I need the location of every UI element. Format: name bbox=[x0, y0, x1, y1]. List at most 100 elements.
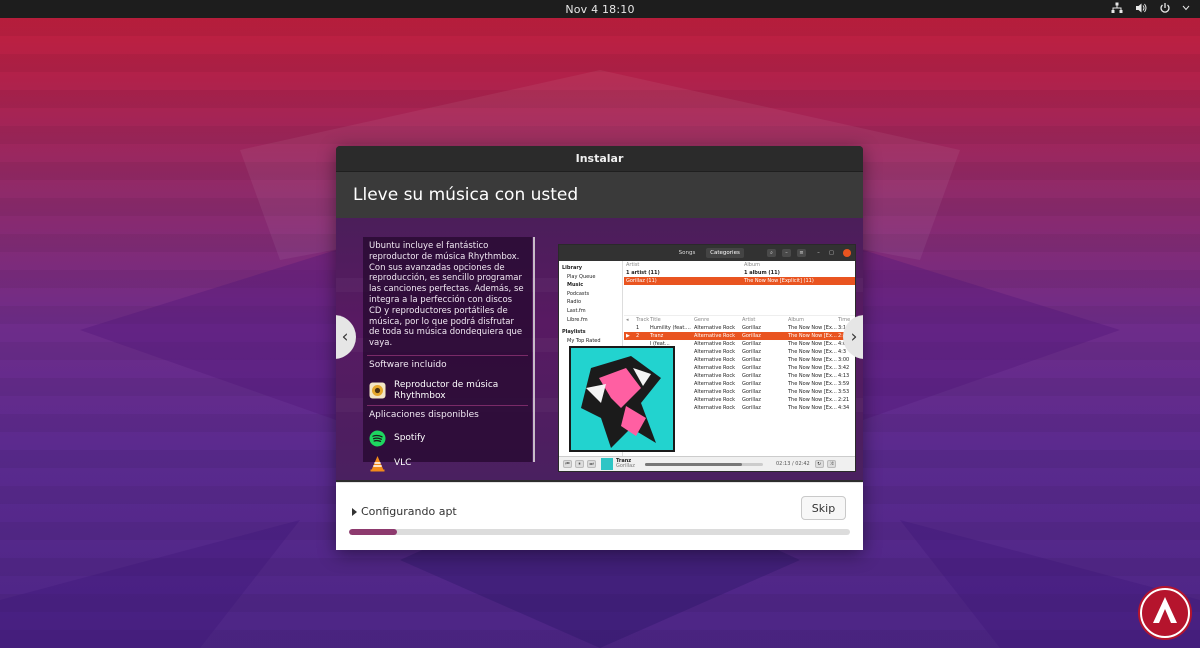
rb-track-cell: The Now Now [Ex… bbox=[788, 381, 837, 387]
chevron-right-icon: › bbox=[850, 327, 858, 347]
pause-icon: ⏸ bbox=[575, 460, 584, 468]
included-app-item: Reproductor de música Rhythmbox bbox=[363, 376, 532, 406]
minimize-icon: – bbox=[817, 250, 820, 256]
available-app-item: VLC bbox=[363, 451, 532, 476]
rb-player-bar: ⏮ ⏸ ⏭ Tranz Gorillaz 02:13 / 02:42 ↻ ⤨ bbox=[559, 456, 855, 471]
rb-track-cell: Alternative Rock bbox=[694, 389, 735, 395]
rb-track-cell: Alternative Rock bbox=[694, 381, 735, 387]
available-app-name: Spotify bbox=[394, 433, 426, 444]
minus-icon: – bbox=[782, 249, 791, 257]
rb-track-cell: Gorillaz bbox=[742, 325, 761, 331]
search-icon: ⌕ bbox=[767, 249, 776, 257]
rb-track-cell: Gorillaz bbox=[742, 365, 761, 371]
rb-sidebar-item: Libre.fm bbox=[567, 316, 588, 323]
now-playing: Tranz Gorillaz bbox=[616, 457, 635, 469]
rb-track-row: 1 Humility (feat.… Alternative Rock Gorilla… bbox=[624, 324, 855, 332]
rb-browser-row: 1 artist (11) 1 album (11) bbox=[626, 270, 780, 276]
rb-track-cell: Alternative Rock bbox=[694, 373, 735, 379]
rb-track-cell: Gorillaz bbox=[742, 405, 761, 411]
rb-track-cell: 3:42 bbox=[838, 365, 850, 371]
available-apps-title: Aplicaciones disponibles bbox=[369, 410, 479, 421]
power-icon[interactable] bbox=[1158, 1, 1172, 15]
available-app-name: VLC bbox=[394, 458, 412, 469]
install-status-text: Configurando apt bbox=[361, 505, 457, 518]
top-bar: Nov 4 18:10 bbox=[0, 0, 1200, 18]
slide-text-panel: Ubuntu incluye el fantástico reproductor… bbox=[363, 237, 535, 472]
slide-headline: Lleve su música con usted bbox=[353, 185, 579, 205]
rhythmbox-screenshot: Songs Categories ⌕ – ≡ – □ Library Play … bbox=[558, 244, 856, 472]
window-title: Instalar bbox=[336, 146, 863, 172]
rb-track-cell: 4:34 bbox=[838, 405, 850, 411]
playback-time: 02:13 / 02:42 bbox=[776, 461, 810, 467]
next-icon: ⏭ bbox=[587, 460, 596, 468]
install-progress-fill bbox=[349, 529, 397, 535]
rb-playlists-title: Playlists bbox=[562, 329, 586, 336]
install-progress-bar bbox=[349, 529, 850, 535]
vlc-icon bbox=[369, 455, 386, 472]
rb-track-cell: The Now Now [Ex… bbox=[788, 405, 837, 411]
clock[interactable]: Nov 4 18:10 bbox=[565, 3, 634, 16]
rb-track-cell: Gorillaz bbox=[742, 341, 761, 347]
rb-track-cell: The Now Now [Ex… bbox=[788, 325, 837, 331]
rb-track-cell: 4:13 bbox=[838, 373, 850, 379]
cover-thumb bbox=[601, 458, 613, 470]
rb-headerbar: Songs Categories ⌕ – ≡ – □ bbox=[559, 245, 855, 261]
rb-track-cell: Gorillaz bbox=[742, 357, 761, 363]
rb-track-cell: Tranz bbox=[650, 333, 664, 339]
rb-library-title: Library bbox=[562, 265, 583, 271]
slideshow: Ubuntu incluye el fantástico reproductor… bbox=[336, 218, 863, 480]
rb-track-cell: The Now Now [Ex… bbox=[788, 357, 837, 363]
rb-track-cell: Gorillaz bbox=[742, 373, 761, 379]
previous-icon: ⏮ bbox=[563, 460, 572, 468]
rb-track-cell: Gorillaz bbox=[742, 381, 761, 387]
rb-track-cell: 3:53 bbox=[838, 389, 850, 395]
chevron-left-icon: ‹ bbox=[341, 327, 349, 347]
chevron-down-icon[interactable] bbox=[1182, 1, 1190, 15]
rb-track-cell: Alternative Rock bbox=[694, 325, 735, 331]
rb-track-cell: Gorillaz bbox=[742, 389, 761, 395]
scrollbar[interactable] bbox=[533, 237, 535, 462]
network-icon[interactable] bbox=[1110, 1, 1124, 15]
rb-track-cell: Alternative Rock bbox=[694, 397, 735, 403]
rb-track-cell: Alternative Rock bbox=[694, 333, 735, 339]
rb-track-cell: 2 bbox=[636, 333, 640, 339]
rb-track-header: ◂ Track Title Genre Artist Album Time bbox=[626, 317, 851, 323]
rb-sidebar-item: Play Queue bbox=[567, 273, 596, 280]
available-app-item: Spotify bbox=[363, 426, 532, 451]
included-software-title: Software incluido bbox=[369, 359, 447, 370]
rb-tab-categories: Categories bbox=[706, 248, 744, 258]
seek-bar bbox=[645, 462, 763, 466]
rb-playlist-item: My Top Rated bbox=[567, 337, 601, 344]
rb-track-cell: Alternative Rock bbox=[694, 365, 735, 371]
rb-sidebar-item: Radio bbox=[567, 299, 582, 306]
rb-track-cell: The Now Now [Ex… bbox=[788, 349, 837, 355]
install-progress-area: Configurando apt Skip bbox=[336, 482, 863, 550]
installer-window: Instalar Lleve su música con usted Ubunt… bbox=[336, 146, 863, 550]
volume-icon[interactable] bbox=[1134, 1, 1148, 15]
rb-browser-header: Artist Album bbox=[626, 262, 761, 268]
rb-track-cell: Gorillaz bbox=[742, 333, 761, 339]
rb-track-cell: Gorillaz bbox=[742, 397, 761, 403]
rb-tab-songs: Songs bbox=[678, 250, 696, 256]
previous-slide-button[interactable]: ‹ bbox=[336, 315, 356, 359]
maximize-icon: □ bbox=[829, 250, 834, 256]
rb-track-row: ▶ 2 Tranz Alternative Rock Gorillaz The Now N… bbox=[624, 332, 855, 340]
system-tray[interactable] bbox=[1110, 1, 1190, 15]
rb-track-cell: 2:21 bbox=[838, 397, 850, 403]
album-art bbox=[569, 346, 675, 452]
repeat-icon: ↻ bbox=[814, 460, 824, 468]
skip-button[interactable]: Skip bbox=[801, 496, 846, 520]
expander-arrow-icon[interactable] bbox=[352, 507, 357, 516]
rb-browser-row: Gorillaz (11) The Now Now [Explicit] (11… bbox=[624, 277, 855, 285]
shuffle-icon: ⤨ bbox=[826, 460, 836, 468]
rb-track-cell: Gorillaz bbox=[742, 349, 761, 355]
rb-track-cell: Alternative Rock bbox=[694, 405, 735, 411]
rb-track-cell: The Now Now [Ex… bbox=[788, 341, 837, 347]
rb-track-cell: 3:59 bbox=[838, 381, 850, 387]
rb-track-cell: The Now Now [Ex… bbox=[788, 389, 837, 395]
rb-track-cell: The Now Now [Ex… bbox=[788, 373, 837, 379]
rb-track-cell: 3:00 bbox=[838, 357, 850, 363]
install-status-expander[interactable]: Configurando apt bbox=[352, 505, 457, 518]
rb-sidebar-item: Podcasts bbox=[567, 290, 590, 297]
rb-track-cell: The Now Now [Ex… bbox=[788, 365, 837, 371]
